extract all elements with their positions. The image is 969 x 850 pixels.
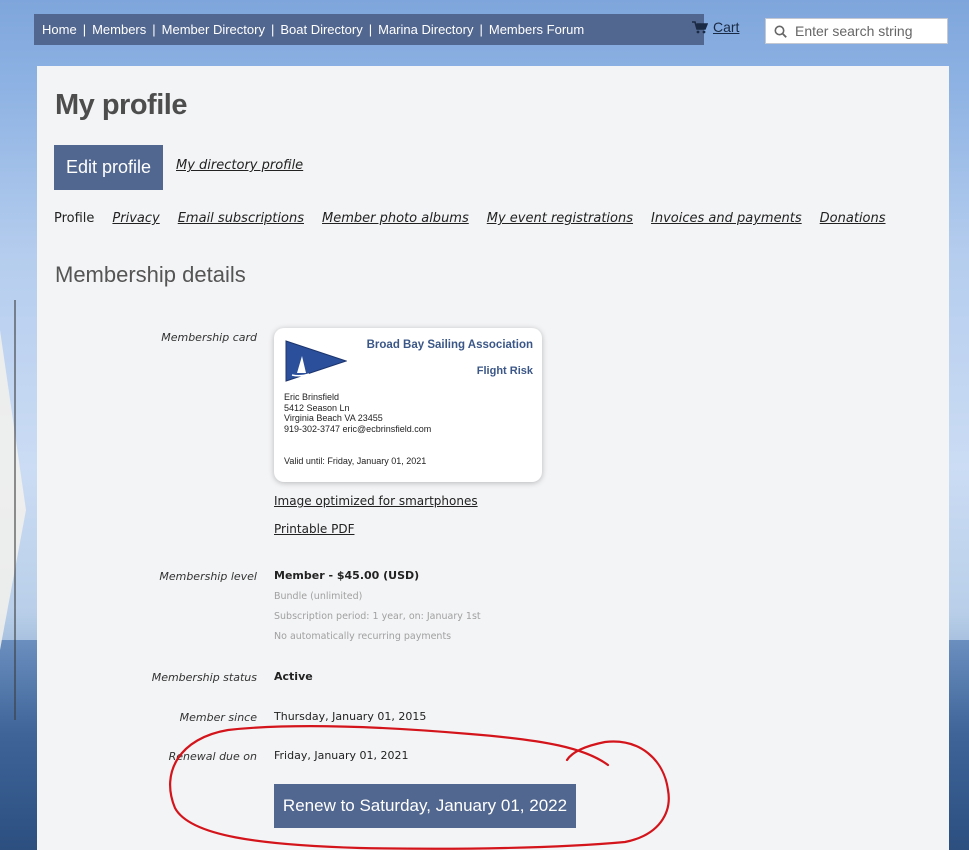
member-since-label: Member since: [179, 711, 257, 724]
nav-separator: |: [368, 22, 373, 37]
membership-recurring: No automatically recurring payments: [274, 631, 452, 642]
renewal-due-value: Friday, January 01, 2021: [274, 749, 409, 762]
membership-status-value: Active: [274, 670, 313, 683]
membership-bundle: Bundle (unlimited): [274, 591, 363, 602]
tab-invoices-payments[interactable]: Invoices and payments: [651, 211, 802, 226]
card-contact: 919-302-3747 eric@ecbrinsfield.com: [284, 423, 432, 434]
card-street: 5412 Season Ln: [284, 402, 350, 413]
nav-home[interactable]: Home: [42, 22, 77, 37]
membership-subscription-period: Subscription period: 1 year, on: January…: [274, 611, 481, 622]
smartphone-image-link[interactable]: Image optimized for smartphones: [274, 494, 478, 508]
tab-member-photo-albums[interactable]: Member photo albums: [322, 211, 469, 226]
nav-boat-directory[interactable]: Boat Directory: [280, 22, 362, 37]
top-nav: Home | Members | Member Directory | Boat…: [34, 14, 704, 45]
cart-link[interactable]: Cart: [692, 19, 739, 35]
renewal-due-label: Renewal due on: [168, 750, 257, 763]
card-address: Eric Brinsfield 5412 Season Ln Virginia …: [284, 392, 431, 434]
card-name: Eric Brinsfield: [284, 392, 340, 402]
cart-label: Cart: [713, 19, 740, 35]
card-org-name: Broad Bay Sailing Association: [366, 339, 533, 351]
membership-level-value: Member - $45.00 (USD): [274, 569, 420, 582]
nav-members-forum[interactable]: Members Forum: [489, 22, 584, 37]
tab-privacy[interactable]: Privacy: [112, 211, 159, 226]
tab-event-registrations[interactable]: My event registrations: [487, 211, 633, 226]
nav-marina-directory[interactable]: Marina Directory: [378, 22, 473, 37]
member-since-value: Thursday, January 01, 2015: [274, 710, 427, 723]
tab-donations[interactable]: Donations: [820, 211, 886, 226]
edit-profile-button[interactable]: Edit profile: [54, 145, 163, 190]
nav-member-directory[interactable]: Member Directory: [162, 22, 265, 37]
directory-profile-link[interactable]: My directory profile: [176, 158, 303, 173]
profile-tabs: Profile Privacy Email subscriptions Memb…: [54, 211, 886, 226]
cart-icon: [692, 20, 708, 33]
card-member-title: Flight Risk: [476, 365, 533, 377]
search-icon: [774, 25, 787, 38]
tab-profile[interactable]: Profile: [54, 211, 94, 226]
card-city: Virginia Beach VA 23455: [284, 413, 383, 423]
tab-email-subscriptions[interactable]: Email subscriptions: [178, 211, 304, 226]
background-mast: [14, 300, 16, 720]
background-sail: [0, 330, 26, 650]
nav-separator: |: [270, 22, 275, 37]
section-title: Membership details: [55, 262, 246, 287]
search-input[interactable]: [793, 22, 947, 40]
nav-separator: |: [479, 22, 483, 37]
renew-membership-button[interactable]: Renew to Saturday, January 01, 2022: [274, 784, 576, 828]
membership-card: Broad Bay Sailing Association Flight Ris…: [274, 328, 542, 482]
search-box: [765, 18, 948, 44]
pennant-logo-icon: [285, 340, 347, 382]
nav-separator: |: [152, 22, 156, 37]
printable-pdf-link[interactable]: Printable PDF: [274, 522, 354, 536]
nav-separator: |: [82, 22, 87, 37]
membership-card-label: Membership card: [161, 331, 257, 344]
nav-members[interactable]: Members: [92, 22, 146, 37]
membership-status-label: Membership status: [151, 671, 257, 684]
card-valid-until: Valid until: Friday, January 01, 2021: [284, 456, 427, 466]
membership-level-label: Membership level: [159, 570, 257, 583]
page-title: My profile: [55, 89, 187, 121]
